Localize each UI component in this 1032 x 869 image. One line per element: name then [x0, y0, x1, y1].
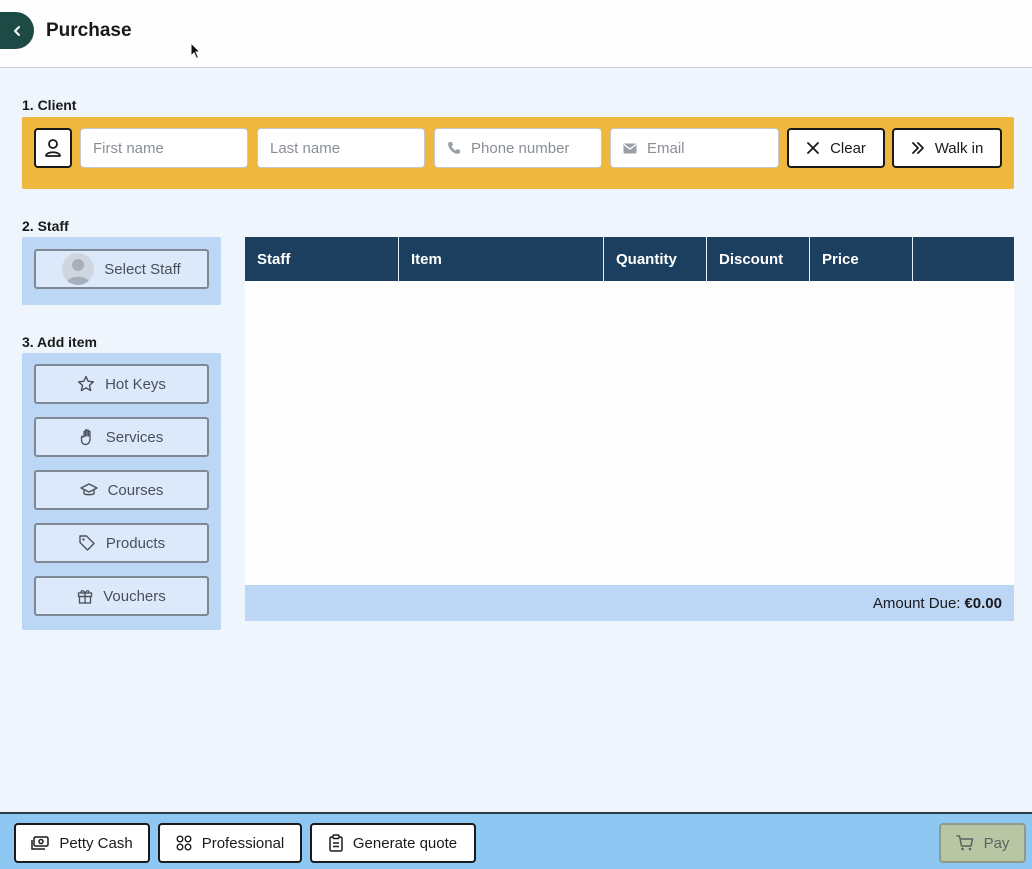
generate-quote-label: Generate quote [352, 834, 458, 852]
column-header-discount: Discount [707, 237, 810, 281]
services-button[interactable]: Services [34, 417, 209, 457]
double-chevron-right-icon [911, 142, 924, 154]
amount-due-value: €0.00 [964, 594, 1002, 612]
products-label: Products [105, 534, 166, 552]
hand-icon [80, 429, 91, 446]
grid-icon [176, 835, 192, 851]
clear-button[interactable]: Clear [787, 128, 885, 168]
chevron-left-icon [14, 25, 20, 36]
back-button[interactable] [0, 12, 34, 49]
select-staff-button[interactable]: Select Staff [34, 249, 209, 289]
email-field[interactable] [610, 128, 779, 168]
walk-in-button-label: Walk in [934, 139, 984, 157]
staff-panel: Select Staff [22, 237, 221, 305]
amount-due-bar: Amount Due: €0.00 [245, 585, 1014, 621]
vouchers-label: Vouchers [103, 587, 166, 605]
hot-keys-label: Hot Keys [105, 375, 166, 393]
items-table: Staff Item Quantity Discount Price Amoun… [245, 237, 1014, 621]
courses-button[interactable]: Courses [34, 470, 209, 510]
phone-field[interactable] [434, 128, 602, 168]
graduation-cap-icon [79, 483, 98, 496]
cash-icon [31, 836, 50, 850]
select-staff-label: Select Staff [104, 260, 181, 278]
column-header-actions [913, 237, 1014, 281]
column-header-staff: Staff [245, 237, 399, 281]
vouchers-button[interactable]: Vouchers [34, 576, 209, 616]
column-header-item: Item [399, 237, 604, 281]
first-name-field[interactable] [80, 128, 248, 168]
services-label: Services [105, 428, 164, 446]
page-header: Purchase [0, 0, 1032, 68]
professional-button[interactable]: Professional [158, 823, 302, 863]
courses-label: Courses [107, 481, 164, 499]
person-silhouette-icon [66, 259, 91, 285]
professional-label: Professional [201, 834, 285, 852]
petty-cash-button[interactable]: Petty Cash [14, 823, 150, 863]
cart-icon [955, 835, 973, 851]
pay-button[interactable]: Pay [939, 823, 1026, 863]
generate-quote-button[interactable]: Generate quote [310, 823, 476, 863]
pay-label: Pay [983, 834, 1010, 852]
user-icon [45, 139, 61, 157]
phone-input[interactable] [471, 139, 601, 157]
star-icon [77, 375, 95, 392]
table-header: Staff Item Quantity Discount Price [245, 237, 1014, 281]
petty-cash-label: Petty Cash [59, 834, 133, 852]
walk-in-button[interactable]: Walk in [892, 128, 1002, 168]
amount-due-label: Amount Due: [872, 594, 961, 612]
column-header-price: Price [810, 237, 913, 281]
clipboard-icon [329, 834, 343, 852]
add-item-section-label: 3. Add item [22, 334, 97, 350]
last-name-field[interactable] [257, 128, 425, 168]
products-button[interactable]: Products [34, 523, 209, 563]
client-profile-button[interactable] [34, 128, 72, 168]
phone-icon [447, 141, 461, 155]
add-item-panel: Hot Keys Services Courses Products Vouch… [22, 353, 221, 630]
tag-icon [79, 535, 95, 551]
mouse-cursor-icon [190, 42, 202, 60]
client-bar: Clear Walk in [22, 117, 1014, 189]
last-name-input[interactable] [270, 139, 424, 157]
first-name-input[interactable] [93, 139, 247, 157]
staff-avatar [62, 253, 95, 285]
hot-keys-button[interactable]: Hot Keys [34, 364, 209, 404]
clear-button-label: Clear [830, 139, 866, 157]
close-icon [807, 142, 819, 154]
gift-icon [78, 590, 93, 604]
client-section-label: 1. Client [22, 97, 77, 113]
staff-section-label: 2. Staff [22, 218, 69, 234]
email-input[interactable] [647, 139, 778, 157]
mail-icon [623, 143, 637, 154]
column-header-quantity: Quantity [604, 237, 707, 281]
bottom-action-bar: Petty Cash Professional Generate quote P… [0, 812, 1032, 869]
page-title: Purchase [46, 20, 132, 41]
